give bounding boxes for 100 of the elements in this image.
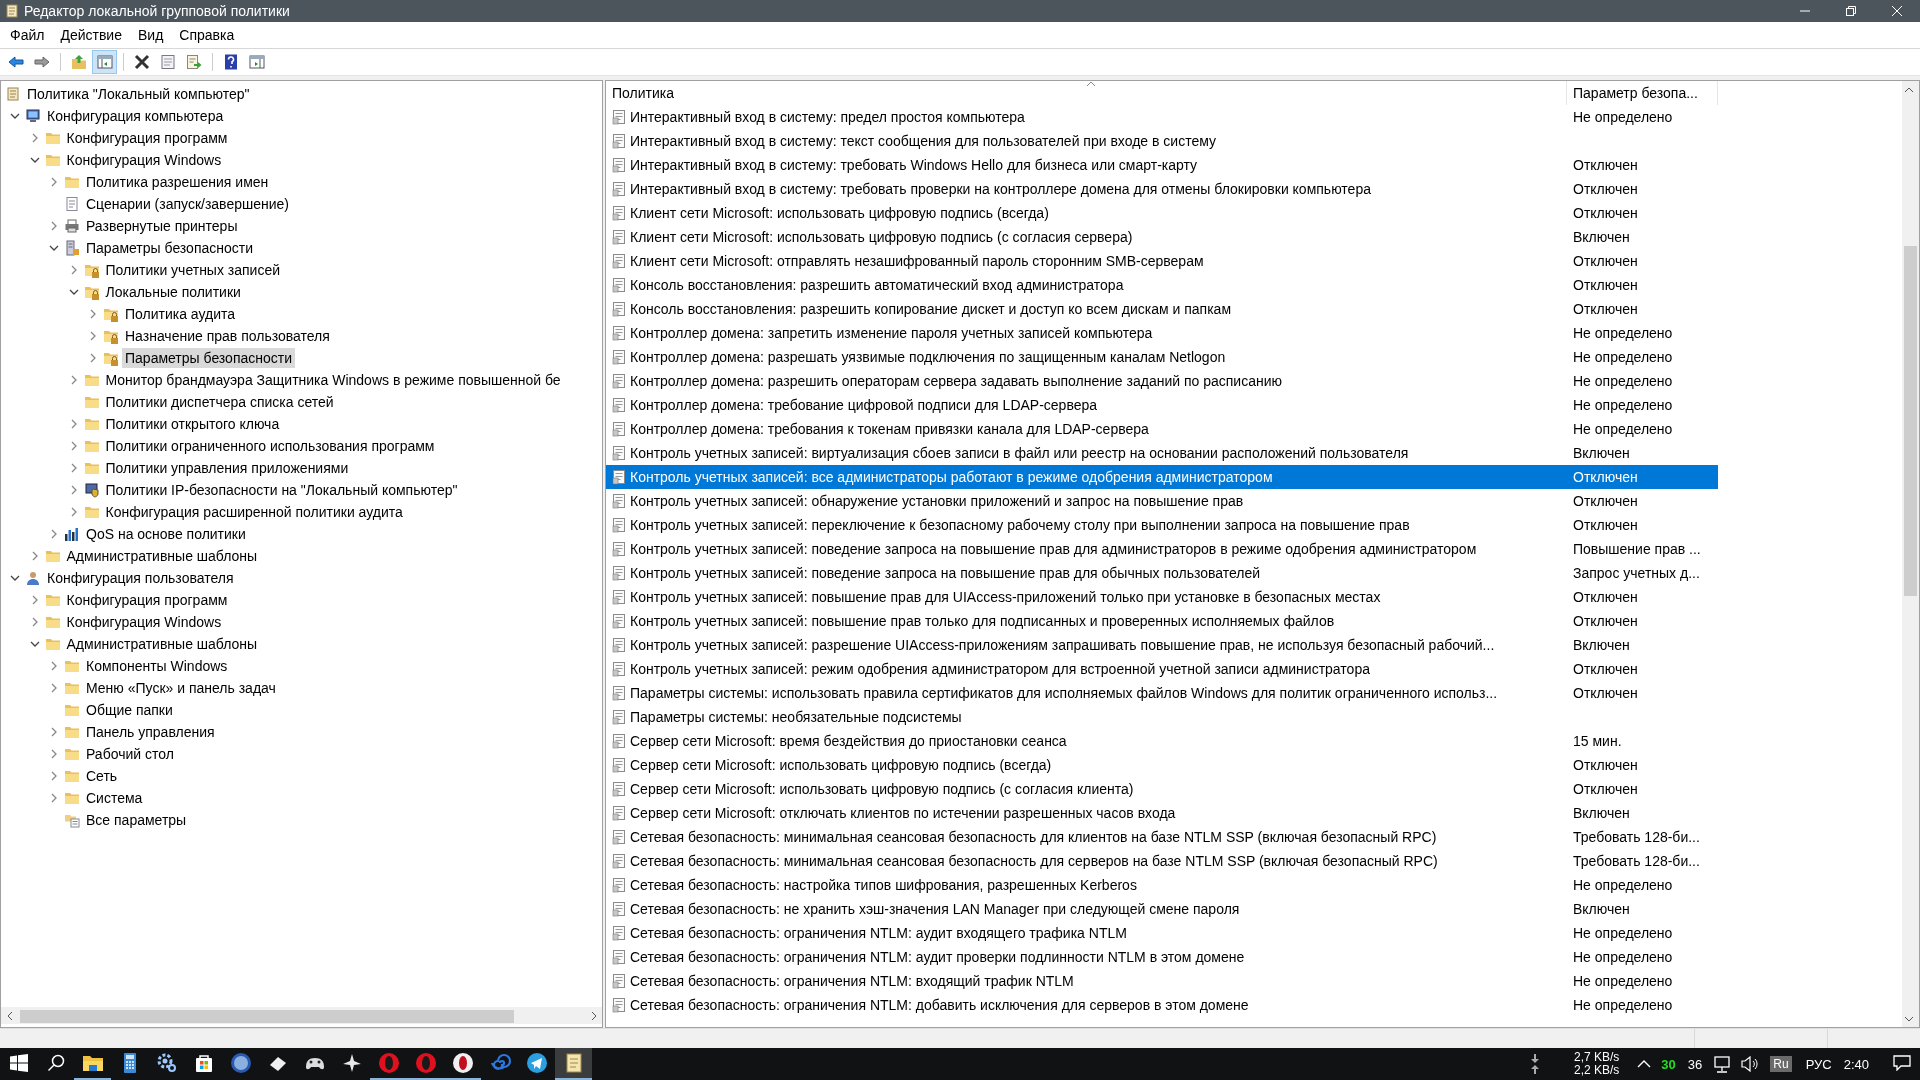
console-tree-button[interactable] xyxy=(92,50,117,74)
tree-item[interactable]: Конфигурация компьютера xyxy=(44,106,227,126)
tree-item[interactable]: Политики диспетчера списка сетей xyxy=(102,392,337,412)
tree-item[interactable]: Политики открытого ключа xyxy=(102,414,283,434)
menu-item[interactable]: Действие xyxy=(52,24,130,46)
policy-row[interactable]: Клиент сети Microsoft: использовать цифровую подпись (всегда) Отключен xyxy=(606,201,1718,225)
tree-item[interactable]: Политики учетных записей xyxy=(102,260,284,280)
tree-item[interactable]: Административные шаблоны xyxy=(63,634,261,654)
policy-row[interactable]: Клиент сети Microsoft: использовать цифровую подпись (с согласия сервера) Включен xyxy=(606,225,1718,249)
policy-row[interactable]: Контроль учетных записей: поведение запроса на повышение прав для обычных пользователей Запрос учетных д... xyxy=(606,561,1718,585)
policy-name: Параметры системы: необязательные подсистемы xyxy=(630,709,962,725)
tree-item[interactable]: Все параметры xyxy=(83,810,190,830)
policy-row[interactable]: Сетевая безопасность: ограничения NTLM: входящий трафик NTLM Не определено xyxy=(606,969,1718,993)
policy-row[interactable]: Сетевая безопасность: ограничения NTLM: аудит входящего трафика NTLM Не определено xyxy=(606,921,1718,945)
tree-item[interactable]: Сеть xyxy=(83,766,121,786)
policy-row[interactable]: Сетевая безопасность: минимальная сеансовая безопасность для клиентов на базе NTLM SSP (включая безопасный RPC) Требовать 128-би... xyxy=(606,825,1718,849)
policy-row[interactable]: Консоль восстановления: разрешить копирование дискет и доступ ко всем дискам и папкам Отключен xyxy=(606,297,1718,321)
policy-row[interactable]: Интерактивный вход в систему: текст сообщения для пользователей при входе в систему xyxy=(606,129,1718,153)
policy-row[interactable]: Контроль учетных записей: режим одобрения администратором для встроенной учетной записи администратора Отключен xyxy=(606,657,1718,681)
policy-icon xyxy=(611,757,627,773)
policy-row[interactable]: Контроль учетных записей: все администраторы работают в режиме одобрения администратором Отключен xyxy=(606,465,1718,489)
policy-row[interactable]: Контроллер домена: запретить изменение пароля учетных записей компьютера Не определено xyxy=(606,321,1718,345)
policy-row[interactable]: Интерактивный вход в систему: предел простоя компьютера Не определено xyxy=(606,105,1718,129)
policy-icon xyxy=(611,301,627,317)
tree-item[interactable]: Компоненты Windows xyxy=(83,656,231,676)
tree-item[interactable]: Рабочий стол xyxy=(83,744,177,764)
policy-row[interactable]: Контроль учетных записей: разрешение UIAccess-приложениям запрашивать повышение прав, не используя безопасный рабочий... Включен xyxy=(606,633,1718,657)
setting-value: Включен xyxy=(1573,637,1630,653)
temperature-reading: 36 xyxy=(1687,1056,1703,1072)
policy-row[interactable]: Контроль учетных записей: повышение прав для UIAccess-приложений только при установке в безопасных местах Отключен xyxy=(606,585,1718,609)
policy-icon xyxy=(611,109,627,125)
policy-row[interactable]: Интерактивный вход в систему: требовать Windows Hello для бизнеса или смарт-карту Отключен xyxy=(606,153,1718,177)
policy-row[interactable]: Контроллер домена: требование цифровой подписи для LDAP-сервера Не определено xyxy=(606,393,1718,417)
policy-row[interactable]: Параметры системы: использовать правила сертификатов для исполняемых файлов Windows для политик ограниченного использ... Отключен xyxy=(606,681,1718,705)
policy-row[interactable]: Сервер сети Microsoft: отключать клиентов по истечении разрешенных часов входа Включен xyxy=(606,801,1718,825)
policy-row[interactable]: Контроллер домена: разрешить операторам сервера задавать выполнение заданий по расписанию Не определено xyxy=(606,369,1718,393)
paper-plane-icon xyxy=(524,1051,549,1075)
tree-item[interactable]: Политика "Локальный компьютер" xyxy=(24,84,253,104)
tree-item[interactable]: QoS на основе политики xyxy=(83,524,249,544)
tree-item[interactable]: Конфигурация расширенной политики аудита xyxy=(102,502,406,522)
policy-row[interactable]: Контроль учетных записей: виртуализация сбоев записи в файл или реестр на основании расположений пользователя Включен xyxy=(606,441,1718,465)
menu-item[interactable]: Файл xyxy=(2,24,53,46)
policy-row[interactable]: Сетевая безопасность: ограничения NTLM: добавить исключения для серверов в этом домене Не определено xyxy=(606,993,1718,1017)
tree-item[interactable]: Параметры безопасности xyxy=(83,238,257,258)
tree-item[interactable]: Развернутые принтеры xyxy=(83,216,241,236)
policy-row[interactable]: Контроль учетных записей: переключение к безопасному рабочему столу при выполнении запроса на повышение прав Отключен xyxy=(606,513,1718,537)
policy-row[interactable]: Контроль учетных записей: повышение прав только для подписанных и проверенных исполняемых файлов Отключен xyxy=(606,609,1718,633)
policy-row[interactable]: Консоль восстановления: разрешить автоматический вход администратора Отключен xyxy=(606,273,1718,297)
scrollbar-thumb[interactable] xyxy=(1904,246,1917,596)
tree-item[interactable]: Политики ограниченного использования программ xyxy=(102,436,438,456)
policy-row[interactable]: Сервер сети Microsoft: время бездействия до приостановки сеанса 15 мин. xyxy=(606,729,1718,753)
policy-row[interactable]: Интерактивный вход в систему: требовать проверки на контроллере домена для отмены блокировки компьютера Отключен xyxy=(606,177,1718,201)
policy-row[interactable]: Параметры системы: необязательные подсистемы xyxy=(606,705,1718,729)
policy-row[interactable]: Сетевая безопасность: не хранить хэш-значения LAN Manager при следующей смене пароля Включен xyxy=(606,897,1718,921)
column-header[interactable]: Политика xyxy=(606,81,1567,105)
tree-item[interactable]: Конфигурация пользователя xyxy=(44,568,237,588)
taskbar-app-button[interactable] xyxy=(555,1048,592,1080)
scrollbar-thumb[interactable] xyxy=(20,1010,514,1023)
setting-value: Не определено xyxy=(1573,421,1673,437)
tree-item[interactable]: Локальные политики xyxy=(102,282,244,302)
policy-row[interactable]: Сетевая безопасность: настройка типов шифрования, разрешенных Kerberos Не определено xyxy=(606,873,1718,897)
tree-item[interactable]: Конфигурация Windows xyxy=(63,150,225,170)
policy-row[interactable]: Сервер сети Microsoft: использовать цифровую подпись (с согласия клиента) Отключен xyxy=(606,777,1718,801)
clock[interactable]: 2:40 xyxy=(1843,1056,1869,1072)
tree-item[interactable]: Меню «Пуск» и панель задач xyxy=(83,678,279,698)
menu-item[interactable]: Справка xyxy=(171,24,243,46)
policy-icon xyxy=(611,565,627,581)
tree-item[interactable]: Административные шаблоны xyxy=(63,546,261,566)
tree-item[interactable]: Политики IP-безопасности на "Локальный компьютер" xyxy=(102,480,461,500)
policy-name: Контроль учетных записей: переключение к безопасному рабочему столу при выполнении запроса на повышение прав xyxy=(630,517,1410,533)
policy-row[interactable]: Контроллер домена: разрешать уязвимые подключения по защищенным каналам Netlogon Не определено xyxy=(606,345,1718,369)
tree-item[interactable]: Назначение прав пользователя xyxy=(122,326,333,346)
policy-row[interactable]: Контроль учетных записей: поведение запроса на повышение прав для администраторов в режиме одобрения администратором Повышение прав ... xyxy=(606,537,1718,561)
tree-item[interactable]: Система xyxy=(83,788,146,808)
tree-item[interactable]: Политики управления приложениями xyxy=(102,458,352,478)
tree-item[interactable]: Монитор брандмауэра Защитника Windows в режиме повышенной бе xyxy=(102,370,564,390)
menu-item[interactable]: Вид xyxy=(129,24,172,46)
policy-row[interactable]: Сетевая безопасность: минимальная сеансовая безопасность для серверов на базе NTLM SSP (включая безопасный RPC) Требовать 128-би... xyxy=(606,849,1718,873)
policy-name: Контроль учетных записей: поведение запроса на повышение прав для администраторов в режиме одобрения администратором xyxy=(630,541,1477,557)
folder-icon xyxy=(44,548,61,564)
tree-item[interactable]: Общие папки xyxy=(83,700,176,720)
policy-row[interactable]: Контроль учетных записей: обнаружение установки приложений и запрос на повышение прав Отключен xyxy=(606,489,1718,513)
tree-item[interactable]: Политика разрешения имен xyxy=(83,172,272,192)
policy-row[interactable]: Контроллер домена: требования к токенам привязки канала для LDAP-сервера Не определено xyxy=(606,417,1718,441)
policy-row[interactable]: Сетевая безопасность: ограничения NTLM: аудит проверки подлинности NTLM в этом домене Не определено xyxy=(606,945,1718,969)
tree-item[interactable]: Конфигурация Windows xyxy=(63,612,225,632)
keyboard-layout-badge[interactable]: Ru xyxy=(1770,1056,1792,1072)
tree-item[interactable]: Конфигурация программ xyxy=(63,128,231,148)
locked-folder-icon xyxy=(83,284,100,300)
policy-row[interactable]: Сервер сети Microsoft: использовать цифровую подпись (всегда) Отключен xyxy=(606,753,1718,777)
setting-value: Не определено xyxy=(1573,109,1673,125)
tree-item[interactable]: Параметры безопасности xyxy=(122,348,296,368)
tree-item[interactable]: Сценарии (запуск/завершение) xyxy=(83,194,292,214)
language-indicator[interactable]: РУС xyxy=(1805,1056,1832,1072)
bar-chart-icon xyxy=(64,526,80,542)
tree-item[interactable]: Конфигурация программ xyxy=(63,590,231,610)
policy-row[interactable]: Клиент сети Microsoft: отправлять незашифрованный пароль сторонним SMB-серверам Отключен xyxy=(606,249,1718,273)
column-header[interactable]: Параметр безопа... xyxy=(1567,81,1718,105)
tree-item[interactable]: Панель управления xyxy=(83,722,218,742)
tree-item[interactable]: Политика аудита xyxy=(122,304,239,324)
